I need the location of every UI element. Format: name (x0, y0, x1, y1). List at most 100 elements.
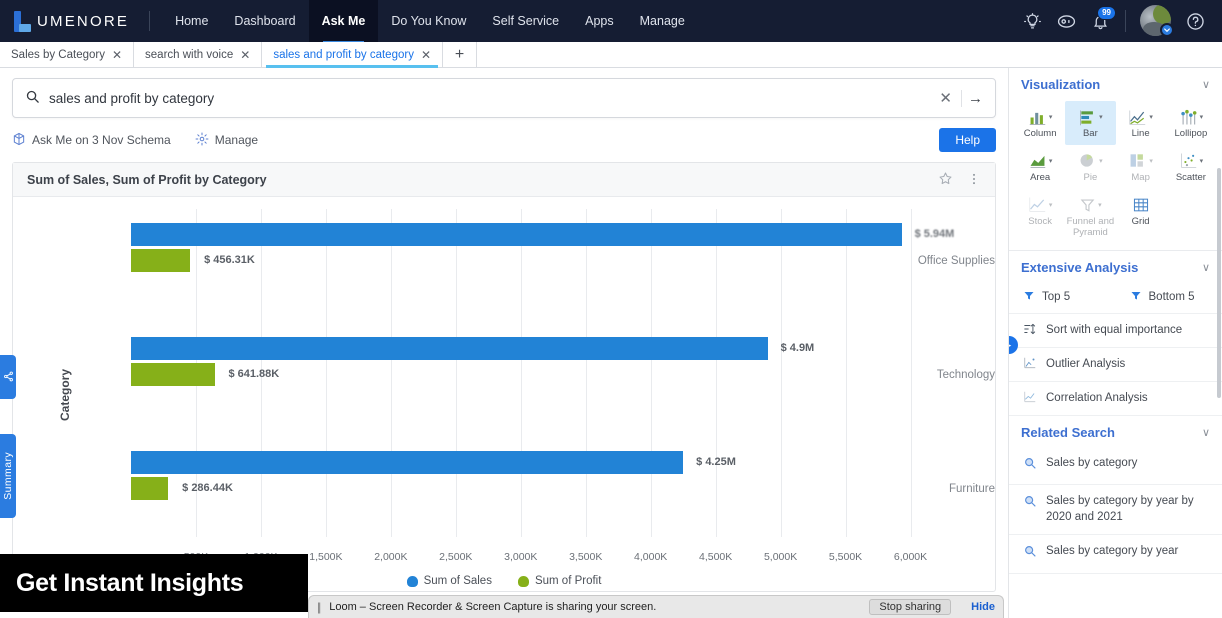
tab-label: search with voice (145, 49, 233, 61)
related-search-item-2[interactable]: Sales by category by year by 2020 and 20… (1009, 485, 1222, 535)
search-zoom-icon (1023, 494, 1037, 514)
viz-option-scatter[interactable]: ▾ Scatter (1166, 145, 1216, 189)
x-tick-4500k: 4,500K (699, 551, 732, 563)
row-label: Outlier Analysis (1046, 358, 1125, 370)
nav-item-do-you-know[interactable]: Do You Know (378, 0, 479, 42)
tab-sales-and-profit-by-category[interactable]: sales and profit by category ✕ (262, 42, 443, 67)
share-panel-tab[interactable] (0, 355, 16, 399)
area-chart-icon: ▾ (1028, 151, 1053, 171)
hide-button[interactable]: Hide (971, 601, 995, 613)
more-vertical-icon[interactable] (967, 172, 981, 188)
correlation-chart-icon (1023, 390, 1037, 407)
x-tick-2000k: 2,000K (374, 551, 407, 563)
add-tab-button[interactable]: + (443, 42, 477, 67)
close-icon[interactable]: ✕ (240, 49, 250, 61)
bar-sales-office-supplies[interactable] (131, 223, 902, 246)
map-chart-icon: ▾ (1128, 151, 1153, 171)
clear-search-icon[interactable]: ✕ (930, 89, 961, 107)
stock-chart-icon: ▾ (1028, 195, 1053, 215)
viz-option-bar[interactable]: ▾ Bar (1065, 101, 1115, 145)
tab-search-with-voice[interactable]: search with voice ✕ (134, 42, 262, 67)
summary-panel-tab[interactable]: Summary (0, 434, 16, 518)
tab-label: sales and profit by category (273, 49, 414, 61)
gear-icon (195, 132, 209, 149)
viz-option-column[interactable]: ▾ Column (1015, 101, 1065, 145)
bar-profit-furniture[interactable] (131, 477, 168, 500)
sort-with-equal-importance[interactable]: Sort with equal importance (1009, 314, 1222, 348)
legend-item-sum-of-sales[interactable]: Sum of Sales (407, 575, 492, 587)
visualization-grid: ▾ Column ▾ Bar (1009, 99, 1222, 251)
brand-name: UMENORE (37, 13, 129, 30)
summary-tab-label: Summary (2, 452, 14, 500)
x-tick-3000k: 3,000K (504, 551, 537, 563)
drag-grip-icon[interactable]: || (317, 600, 319, 614)
nav-item-self-service[interactable]: Self Service (479, 0, 572, 42)
bell-icon[interactable]: 99 (1083, 4, 1117, 38)
search-bar[interactable]: ✕ → (12, 78, 996, 118)
nav-item-dashboard[interactable]: Dashboard (221, 0, 308, 42)
top-5-filter[interactable]: Top 5 (1009, 282, 1116, 313)
chevron-down-icon[interactable]: ∨ (1202, 78, 1210, 91)
viz-option-stock: ▾ Stock (1015, 189, 1065, 244)
extensive-analysis-filters: Top 5 Bottom 5 (1009, 282, 1222, 314)
search-input[interactable] (49, 91, 930, 106)
panel-scrollbar[interactable] (1217, 168, 1221, 398)
bar-sales-furniture[interactable] (131, 451, 683, 474)
search-zoom-icon (1023, 456, 1037, 476)
manage-link[interactable]: Manage (195, 132, 258, 149)
lightbulb-icon[interactable] (1015, 4, 1049, 38)
search-icon (25, 89, 40, 107)
help-button[interactable]: Help (939, 128, 996, 152)
chart-card-header: Sum of Sales, Sum of Profit by Category (13, 163, 995, 197)
chevron-down-icon[interactable]: ∨ (1202, 426, 1210, 439)
row-label: Correlation Analysis (1046, 392, 1148, 404)
brand[interactable]: UMENORE (0, 11, 147, 32)
tab-strip: Sales by Category ✕ search with voice ✕ … (0, 42, 1222, 68)
schema-selector[interactable]: Ask Me on 3 Nov Schema (12, 132, 171, 149)
bottom-5-filter[interactable]: Bottom 5 (1116, 282, 1222, 313)
bar-profit-office-supplies[interactable] (131, 249, 190, 272)
stop-sharing-button[interactable]: Stop sharing (869, 599, 951, 615)
related-search-item-3[interactable]: Sales by category by year (1009, 535, 1222, 574)
gridline (911, 209, 912, 537)
avatar[interactable] (1140, 5, 1172, 37)
right-panel: ▸ Visualization ∨ ▾ Column (1008, 68, 1222, 618)
viz-option-area[interactable]: ▾ Area (1015, 145, 1065, 189)
bar-profit-technology[interactable] (131, 363, 215, 386)
bottom-5-label: Bottom 5 (1149, 291, 1195, 303)
gridline (521, 209, 522, 537)
nav-item-apps[interactable]: Apps (572, 0, 627, 42)
tab-sales-by-category[interactable]: Sales by Category ✕ (0, 42, 134, 67)
correlation-analysis[interactable]: Correlation Analysis (1009, 382, 1222, 416)
bar-chart: Category Office Supplies Technology Furn… (13, 197, 995, 593)
viz-option-pie: ▾ Pie (1065, 145, 1115, 189)
help-circle-icon[interactable] (1178, 4, 1212, 38)
close-icon[interactable]: ✕ (421, 49, 431, 61)
viz-option-grid[interactable]: Grid (1116, 189, 1166, 244)
close-icon[interactable]: ✕ (112, 49, 122, 61)
outlier-analysis[interactable]: Outlier Analysis (1009, 348, 1222, 382)
theme-toggle-icon[interactable] (1049, 4, 1083, 38)
nav-item-home[interactable]: Home (162, 0, 221, 42)
nav-item-ask-me[interactable]: Ask Me (309, 0, 379, 42)
viz-option-label: Stock (1028, 217, 1052, 228)
plot-area: $ 5.94M $ 456.31K $ 4.9M $ 641.88K $ 4.2… (131, 209, 943, 537)
viz-option-label: Scatter (1176, 173, 1206, 184)
chart-card-actions (938, 171, 981, 188)
submit-search-icon[interactable]: → (961, 90, 983, 107)
sub-toolbar: Ask Me on 3 Nov Schema Manage Help (12, 127, 996, 153)
legend-item-sum-of-profit[interactable]: Sum of Profit (518, 575, 601, 587)
nav-item-manage[interactable]: Manage (627, 0, 698, 42)
viz-option-line[interactable]: ▾ Line (1116, 101, 1166, 145)
viz-option-lollipop[interactable]: ▾ Lollipop (1166, 101, 1216, 145)
star-icon[interactable] (938, 171, 953, 188)
x-tick-5000k: 5,000K (764, 551, 797, 563)
viz-option-label: Grid (1132, 217, 1150, 228)
chevron-down-icon[interactable] (1160, 23, 1174, 37)
bar-sales-technology[interactable] (131, 337, 768, 360)
visualization-panel-title: Visualization (1021, 77, 1100, 92)
viz-option-label: Column (1024, 129, 1057, 140)
bar-label-sales-technology: $ 4.9M (781, 337, 815, 360)
chevron-down-icon[interactable]: ∨ (1202, 261, 1210, 274)
related-search-item-1[interactable]: Sales by category (1009, 447, 1222, 486)
